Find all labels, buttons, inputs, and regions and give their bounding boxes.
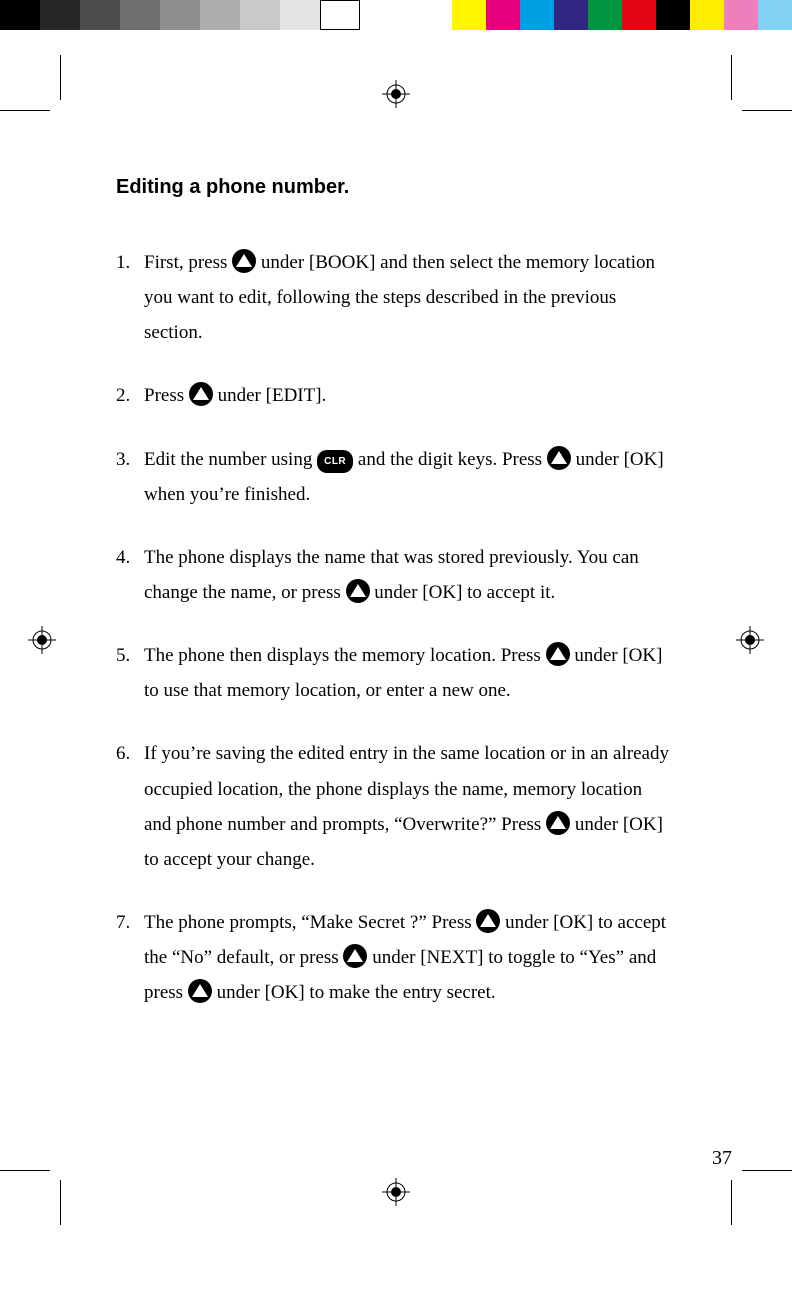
swatch-grey-1 <box>40 0 80 30</box>
swatch-col-9 <box>758 0 792 30</box>
swatch-grey-5 <box>200 0 240 30</box>
step-2: 2. Press under [EDIT]. <box>116 378 674 413</box>
crop-mark <box>731 1180 732 1225</box>
step-4: 4. The phone displays the name that was … <box>116 540 674 610</box>
swatch-grey-3 <box>120 0 160 30</box>
step-7: 7. The phone prompts, “Make Secret ?” Pr… <box>116 905 674 1010</box>
step-number: 6. <box>116 736 130 771</box>
step-text: Press <box>144 385 189 406</box>
registration-mark-icon <box>736 626 764 654</box>
step-text: Edit the number using <box>144 449 317 470</box>
swatch-col-7 <box>690 0 724 30</box>
registration-mark-icon <box>28 626 56 654</box>
swatch-col-6 <box>656 0 690 30</box>
up-key-icon <box>188 979 212 1003</box>
up-key-icon <box>189 382 213 406</box>
page-content: Editing a phone number. 1. First, press … <box>116 176 674 1038</box>
step-5: 5. The phone then displays the memory lo… <box>116 638 674 708</box>
swatch-grey-2 <box>80 0 120 30</box>
registration-mark-icon <box>382 1178 410 1206</box>
page-trim: Editing a phone number. 1. First, press … <box>60 110 732 1170</box>
step-text: under [OK] to make the entry secret. <box>212 982 496 1003</box>
swatch-col-1 <box>486 0 520 30</box>
step-number: 3. <box>116 442 130 477</box>
swatch-grey-7 <box>280 0 320 30</box>
step-3: 3. Edit the number using CLR and the dig… <box>116 442 674 512</box>
up-key-icon <box>343 944 367 968</box>
step-text: and the digit keys. Press <box>353 449 547 470</box>
crop-mark <box>742 110 792 111</box>
step-number: 2. <box>116 378 130 413</box>
section-heading: Editing a phone number. <box>116 176 674 199</box>
swatch-col-3 <box>554 0 588 30</box>
colour-bars <box>0 0 792 30</box>
step-text: First, press <box>144 252 232 273</box>
crop-mark <box>60 55 61 100</box>
swatch-col-2 <box>520 0 554 30</box>
step-text: The phone prompts, “Make Secret ?” Press <box>144 912 476 933</box>
up-key-icon <box>546 642 570 666</box>
step-number: 1. <box>116 245 130 280</box>
swatch-col-5 <box>622 0 656 30</box>
step-6: 6. If you’re saving the edited entry in … <box>116 736 674 877</box>
clr-key-icon: CLR <box>317 450 353 474</box>
step-number: 4. <box>116 540 130 575</box>
crop-mark <box>0 110 50 111</box>
page-number: 37 <box>712 1147 732 1170</box>
up-key-icon <box>546 811 570 835</box>
up-key-icon <box>547 446 571 470</box>
swatch-col-4 <box>588 0 622 30</box>
step-number: 5. <box>116 638 130 673</box>
swatch-grey-8 <box>320 0 360 30</box>
step-1: 1. First, press under [BOOK] and then se… <box>116 245 674 350</box>
step-number: 7. <box>116 905 130 940</box>
step-text: under [OK] to accept it. <box>370 582 556 603</box>
swatch-col-0 <box>452 0 486 30</box>
up-key-icon <box>346 579 370 603</box>
step-text: The phone then displays the memory locat… <box>144 645 546 666</box>
swatch-grey-6 <box>240 0 280 30</box>
step-text: under [EDIT]. <box>213 385 326 406</box>
swatch-col-8 <box>724 0 758 30</box>
crop-mark <box>0 1170 50 1171</box>
up-key-icon <box>232 249 256 273</box>
crop-mark <box>60 1180 61 1225</box>
crop-mark <box>742 1170 792 1171</box>
steps-list: 1. First, press under [BOOK] and then se… <box>116 245 674 1010</box>
crop-mark <box>731 55 732 100</box>
swatch-grey-4 <box>160 0 200 30</box>
registration-mark-icon <box>382 80 410 108</box>
swatch-grey-0 <box>0 0 40 30</box>
up-key-icon <box>476 909 500 933</box>
